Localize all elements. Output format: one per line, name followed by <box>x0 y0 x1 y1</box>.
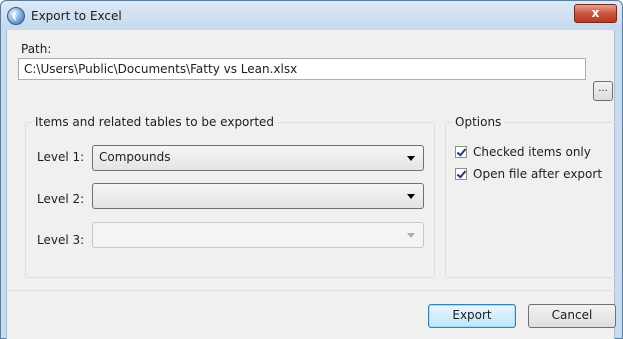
close-button[interactable]: x <box>574 4 617 23</box>
path-input[interactable] <box>18 58 586 80</box>
chevron-down-icon <box>407 194 415 199</box>
level-2-label: Level 2: <box>37 192 85 206</box>
items-group-title: Items and related tables to be exported <box>32 115 278 129</box>
level-1-value: Compounds <box>99 150 171 164</box>
level-3-dropdown[interactable] <box>92 222 424 248</box>
open-file-after-export-label: Open file after export <box>473 167 603 181</box>
chevron-down-icon <box>407 233 415 238</box>
chevron-down-icon <box>407 156 415 161</box>
level-3-label: Level 3: <box>37 233 85 247</box>
title-bar[interactable]: Export to Excel x <box>1 1 622 31</box>
options-group-title: Options <box>452 115 505 129</box>
cancel-button-label: Cancel <box>551 308 593 322</box>
footer-divider <box>6 290 615 291</box>
app-icon <box>7 7 25 25</box>
level-1-label: Level 1: <box>37 150 85 164</box>
browse-button[interactable]: ... <box>593 81 613 101</box>
export-button-label: Export <box>452 308 492 322</box>
cancel-button[interactable]: Cancel <box>528 304 616 328</box>
window-title: Export to Excel <box>31 9 122 23</box>
level-1-dropdown[interactable]: Compounds <box>92 145 424 171</box>
open-file-after-export-checkbox[interactable] <box>455 168 467 180</box>
export-button[interactable]: Export <box>428 304 516 328</box>
checked-items-only-checkbox[interactable] <box>455 146 467 158</box>
level-2-dropdown[interactable] <box>92 183 424 209</box>
checked-items-only-label: Checked items only <box>473 145 591 159</box>
path-label: Path: <box>21 42 52 56</box>
